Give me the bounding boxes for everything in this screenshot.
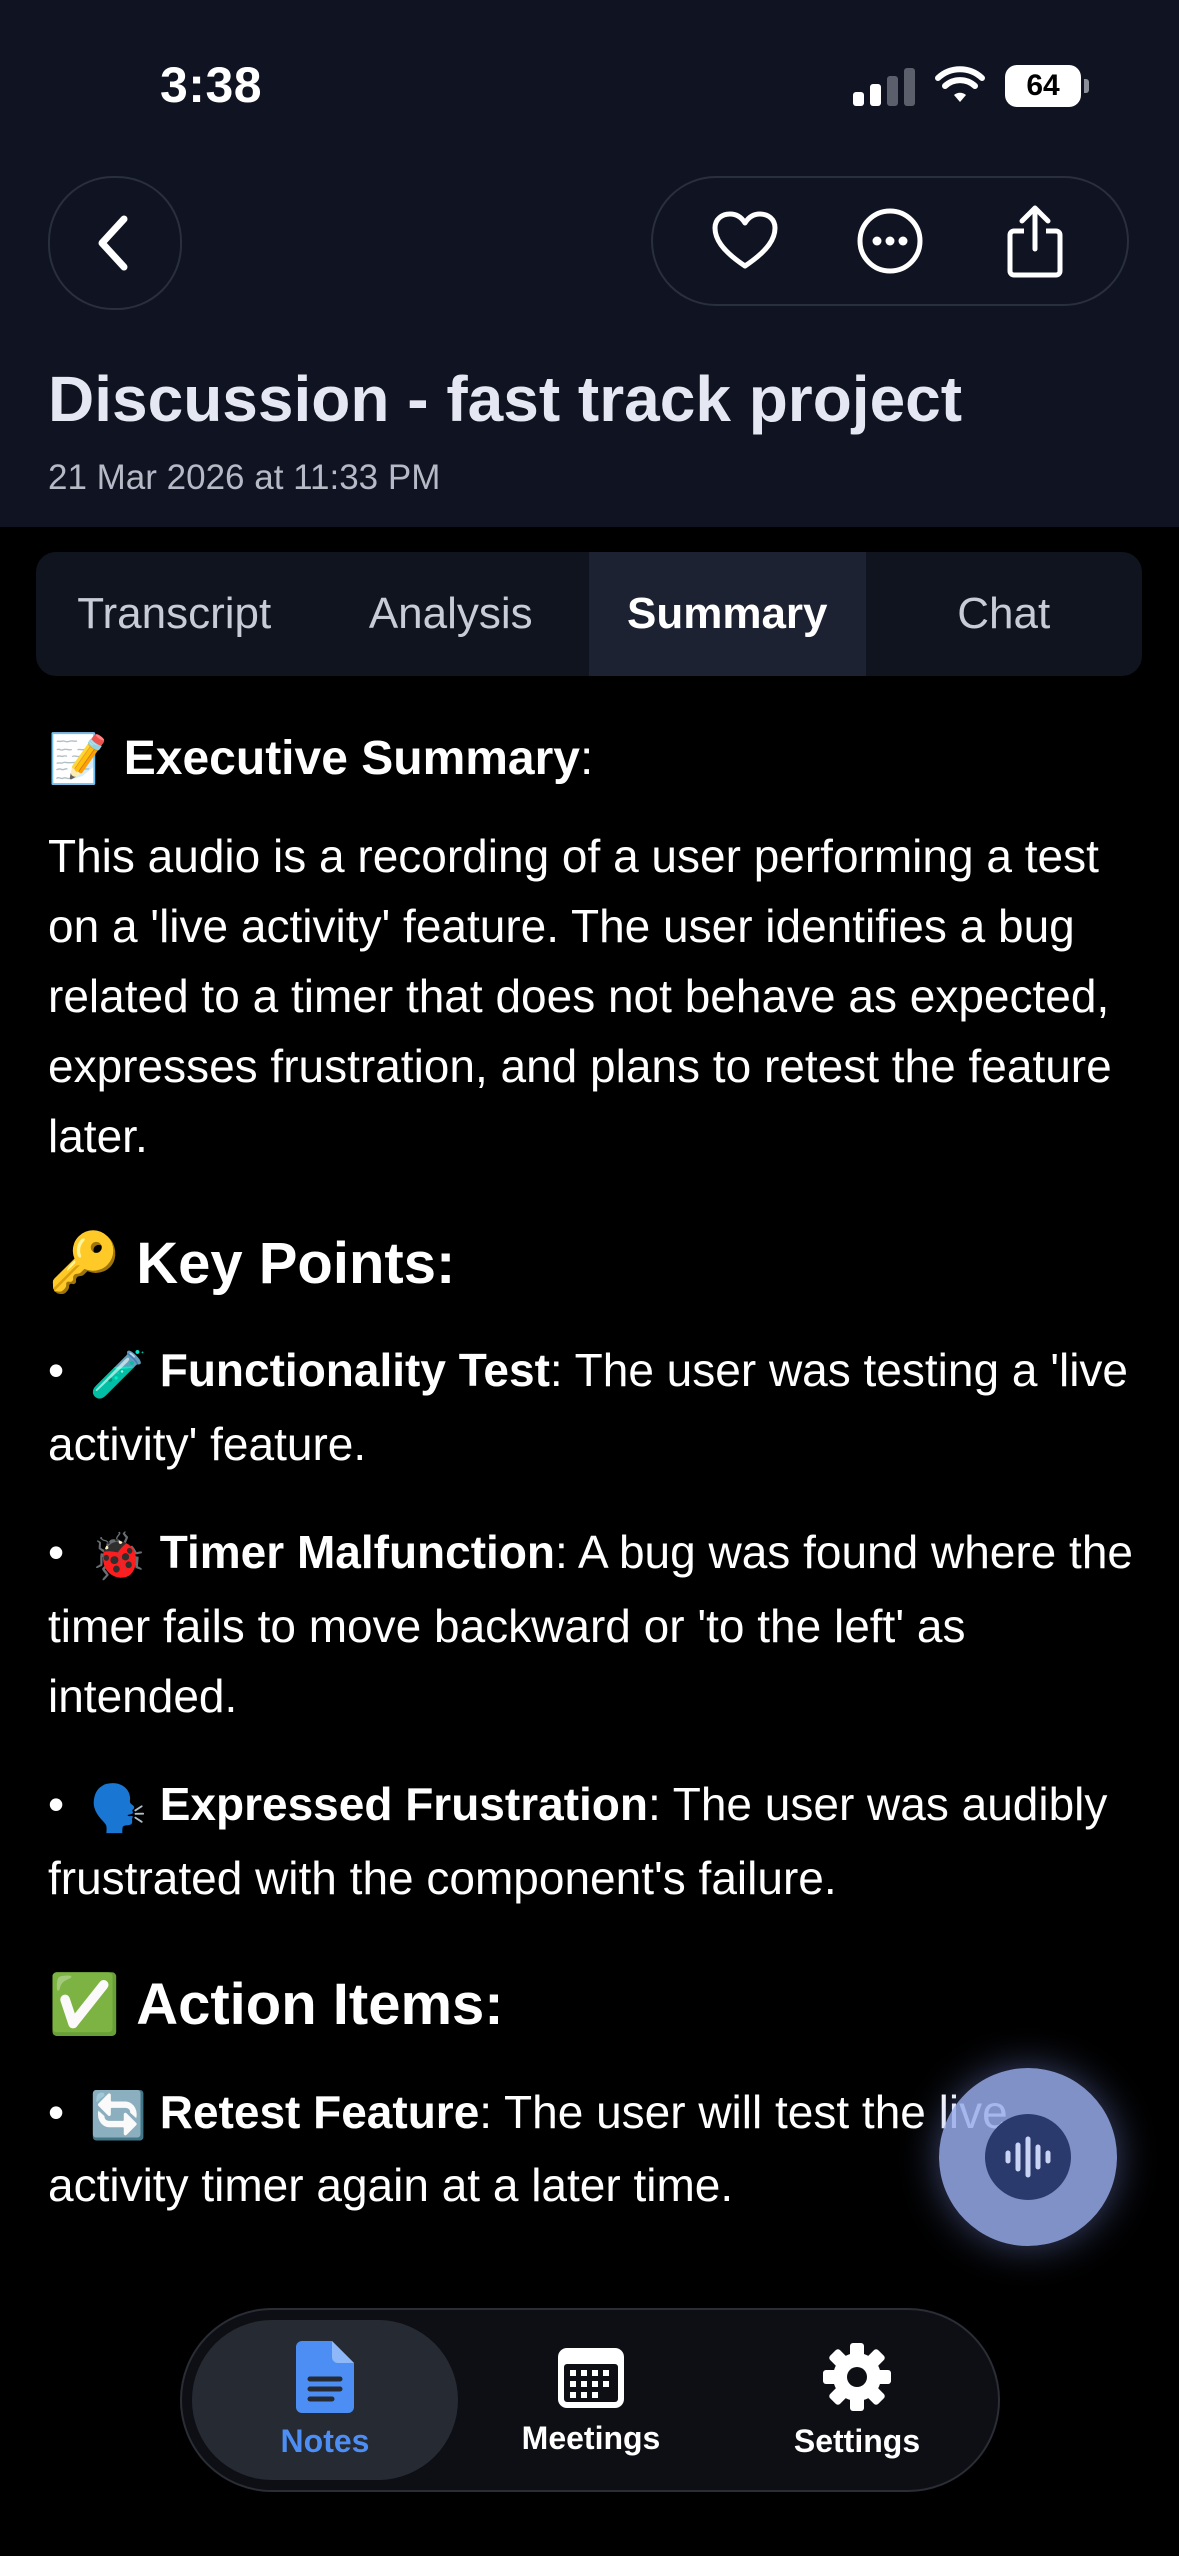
- check-mark-icon: ✅: [48, 1971, 121, 2037]
- executive-summary-text: This audio is a recording of a user perf…: [48, 830, 1112, 1162]
- nav-settings-label: Settings: [793, 2422, 921, 2459]
- list-item-title: Functionality Test: [159, 1344, 550, 1396]
- bug-icon: 🐞: [89, 1529, 147, 1582]
- share-icon: [1007, 205, 1063, 278]
- summary-content: 📝 Executive Summary: This audio is a rec…: [48, 730, 1138, 2220]
- list-item: • 🗣️ Expressed Frustration: The user was…: [48, 1769, 1138, 1913]
- ellipsis-circle-icon: [857, 208, 923, 274]
- favorite-button[interactable]: [695, 191, 795, 291]
- tab-analysis[interactable]: Analysis: [313, 552, 590, 676]
- recording-date: 21 Mar 2026 at 11:33 PM: [48, 458, 441, 497]
- page-title: Discussion - fast track project: [48, 363, 963, 435]
- fab-inner: [985, 2114, 1071, 2200]
- list-item-title: Timer Malfunction: [159, 1525, 556, 1578]
- executive-summary-heading: 📝 Executive Summary:: [48, 730, 1138, 787]
- memo-icon: 📝: [48, 733, 108, 786]
- chevron-left-icon: [98, 215, 128, 271]
- list-item-title: Retest Feature: [159, 2085, 480, 2138]
- document-icon: [296, 2340, 354, 2413]
- tab-bar: Transcript Analysis Summary Chat: [36, 552, 1142, 676]
- key-points-title: Key Points:: [136, 1230, 456, 1296]
- refresh-icon: 🔄: [89, 2089, 147, 2142]
- battery-indicator: 64: [1005, 65, 1089, 107]
- heart-icon: [712, 211, 778, 269]
- nav-meetings[interactable]: Meetings: [458, 2320, 724, 2480]
- executive-summary-title: Executive Summary: [123, 732, 580, 785]
- share-button[interactable]: [985, 191, 1085, 291]
- nav-meetings-label: Meetings: [521, 2419, 661, 2456]
- nav-notes-label: Notes: [280, 2422, 370, 2459]
- record-audio-button[interactable]: [939, 2068, 1117, 2246]
- action-items-heading: ✅ Action Items:: [48, 1971, 1138, 2039]
- test-tube-icon: 🧪: [89, 1347, 147, 1400]
- tab-summary[interactable]: Summary: [589, 552, 866, 676]
- tab-chat[interactable]: Chat: [866, 552, 1143, 676]
- nav-settings[interactable]: Settings: [724, 2320, 990, 2480]
- list-item: • 🧪 Functionality Test: The user was tes…: [48, 1335, 1138, 1479]
- executive-summary-colon: :: [580, 732, 594, 785]
- back-button[interactable]: [48, 176, 182, 310]
- tab-transcript[interactable]: Transcript: [36, 552, 313, 676]
- header-actions: [651, 176, 1129, 306]
- cellular-signal-icon: [853, 66, 915, 106]
- key-icon: 🔑: [48, 1230, 121, 1295]
- nav-notes[interactable]: Notes: [192, 2320, 458, 2480]
- wifi-icon: [935, 66, 985, 102]
- list-item: • 🐞 Timer Malfunction: A bug was found w…: [48, 1517, 1138, 1731]
- status-time: 3:38: [160, 57, 263, 113]
- waveform-icon: [1005, 2136, 1051, 2178]
- key-points-heading: 🔑 Key Points:: [48, 1229, 1138, 1297]
- list-item-title: Expressed Frustration: [159, 1777, 648, 1830]
- status-indicators: 64: [853, 64, 1089, 108]
- gear-icon: [823, 2342, 891, 2411]
- speaking-head-icon: 🗣️: [89, 1781, 147, 1834]
- more-options-button[interactable]: [840, 191, 940, 291]
- action-items-title: Action Items:: [136, 1972, 504, 2038]
- calendar-icon: [558, 2347, 624, 2408]
- bottom-navigation: Notes Meetings Settings: [180, 2308, 1000, 2492]
